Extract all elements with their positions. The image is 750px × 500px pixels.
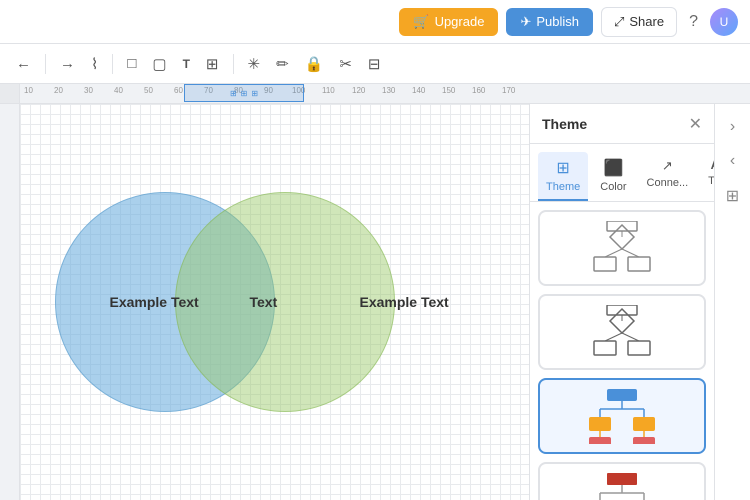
ruler-tick: 130 bbox=[382, 86, 395, 95]
arrow-style-button[interactable]: → bbox=[54, 51, 81, 76]
connector-tab-icon: ↗ bbox=[662, 158, 673, 174]
upgrade-button[interactable]: 🛒 Upgrade bbox=[399, 8, 498, 36]
theme-item-formal[interactable]: Formal bbox=[538, 462, 706, 500]
ruler-corner bbox=[0, 84, 20, 104]
panel-header: Theme ✕ bbox=[530, 104, 714, 144]
ruler-selection: ⊞ ⊞ ⊞ bbox=[184, 84, 304, 102]
avatar[interactable]: U bbox=[710, 8, 738, 36]
toolbar: ← → ⌇ □ ▢ T ⊞ ✳ ✏ 🔒 ✂ ⊟ bbox=[0, 44, 750, 84]
venn-text-right: Example Text bbox=[360, 294, 449, 310]
lock-button[interactable]: 🔒 bbox=[299, 51, 330, 77]
panel-tabs: ⊞ Theme ⬛ Color ↗ Conne... Aa Text bbox=[530, 144, 714, 202]
mini-diagram-3 bbox=[546, 386, 698, 446]
topbar: 🛒 Upgrade ✈ Publish ⤢ Share ? U bbox=[0, 0, 750, 44]
sep-2 bbox=[112, 54, 113, 74]
ruler-tick: 60 bbox=[174, 86, 183, 95]
theme-tab-icon: ⊞ bbox=[556, 158, 569, 178]
embed-button[interactable]: ⊟ bbox=[362, 51, 387, 77]
color-tab-icon: ⬛ bbox=[603, 158, 623, 178]
sparkle-button[interactable]: ✳ bbox=[242, 51, 267, 77]
mini-diagram-formal bbox=[546, 470, 698, 500]
ruler-tick: 140 bbox=[412, 86, 425, 95]
publish-button[interactable]: ✈ Publish bbox=[506, 8, 593, 36]
color-tab-label: Color bbox=[600, 181, 626, 193]
sep-1 bbox=[45, 54, 46, 74]
text-button[interactable]: T bbox=[177, 53, 196, 75]
horizontal-ruler: 10 20 30 40 50 60 70 80 90 100 110 120 1… bbox=[0, 84, 750, 104]
ruler-tick: 150 bbox=[442, 86, 455, 95]
share-button[interactable]: ⤢ Share bbox=[601, 7, 677, 37]
sep-3 bbox=[233, 54, 234, 74]
tab-connector[interactable]: ↗ Conne... bbox=[639, 152, 697, 201]
connector-style-button[interactable]: ⌇ bbox=[85, 51, 104, 77]
ruler-tick: 120 bbox=[352, 86, 365, 95]
publish-icon: ✈ bbox=[520, 14, 531, 30]
pen-button[interactable]: ✏ bbox=[270, 51, 295, 77]
venn-text-center: Text bbox=[250, 294, 278, 310]
ruler-tick: 20 bbox=[54, 86, 63, 95]
tab-color[interactable]: ⬛ Color bbox=[592, 152, 634, 201]
panel-close-button[interactable]: ✕ bbox=[689, 114, 702, 134]
vertical-ruler bbox=[0, 104, 20, 500]
ruler-tick: 110 bbox=[322, 86, 335, 95]
cart-icon: 🛒 bbox=[413, 14, 429, 30]
venn-text-left: Example Text bbox=[110, 294, 199, 310]
canvas[interactable]: Example Text Text Example Text bbox=[20, 104, 529, 500]
expand-icon[interactable]: › bbox=[726, 114, 739, 140]
ruler-tick: 30 bbox=[84, 86, 93, 95]
collapse-icon[interactable]: ‹ bbox=[726, 148, 739, 174]
rounded-rect-button[interactable]: ▢ bbox=[146, 51, 172, 77]
connector-tab-label: Conne... bbox=[647, 177, 689, 189]
ruler-tick: 50 bbox=[144, 86, 153, 95]
theme-item-2[interactable] bbox=[538, 294, 706, 370]
help-button[interactable]: ? bbox=[685, 9, 702, 35]
venn-diagram: Example Text Text Example Text bbox=[55, 192, 495, 412]
undo-button[interactable]: ← bbox=[10, 51, 37, 76]
main-area: Example Text Text Example Text Theme ✕ ⊞… bbox=[0, 104, 750, 500]
ruler-tick: 160 bbox=[472, 86, 485, 95]
side-icons: › ‹ ⊞ bbox=[714, 104, 750, 500]
theme-tab-label: Theme bbox=[546, 181, 580, 193]
theme-item-1[interactable] bbox=[538, 210, 706, 286]
ruler-tick: 10 bbox=[24, 86, 33, 95]
tab-theme[interactable]: ⊞ Theme bbox=[538, 152, 588, 201]
grid-view-icon[interactable]: ⊞ bbox=[722, 182, 743, 210]
table-button[interactable]: ⊞ bbox=[200, 51, 225, 77]
theme-list: Formal bbox=[530, 202, 714, 500]
mini-diagram-1 bbox=[546, 218, 698, 278]
theme-item-3[interactable] bbox=[538, 378, 706, 454]
mini-diagram-2 bbox=[546, 302, 698, 362]
scissors-button[interactable]: ✂ bbox=[333, 51, 358, 77]
right-panel: Theme ✕ ⊞ Theme ⬛ Color ↗ Conne... Aa Te… bbox=[529, 104, 714, 500]
panel-title: Theme bbox=[542, 116, 587, 132]
rect-button[interactable]: □ bbox=[121, 51, 142, 76]
ruler-tick: 170 bbox=[502, 86, 515, 95]
ruler-tick: 40 bbox=[114, 86, 123, 95]
share-icon: ⤢ bbox=[614, 14, 624, 30]
